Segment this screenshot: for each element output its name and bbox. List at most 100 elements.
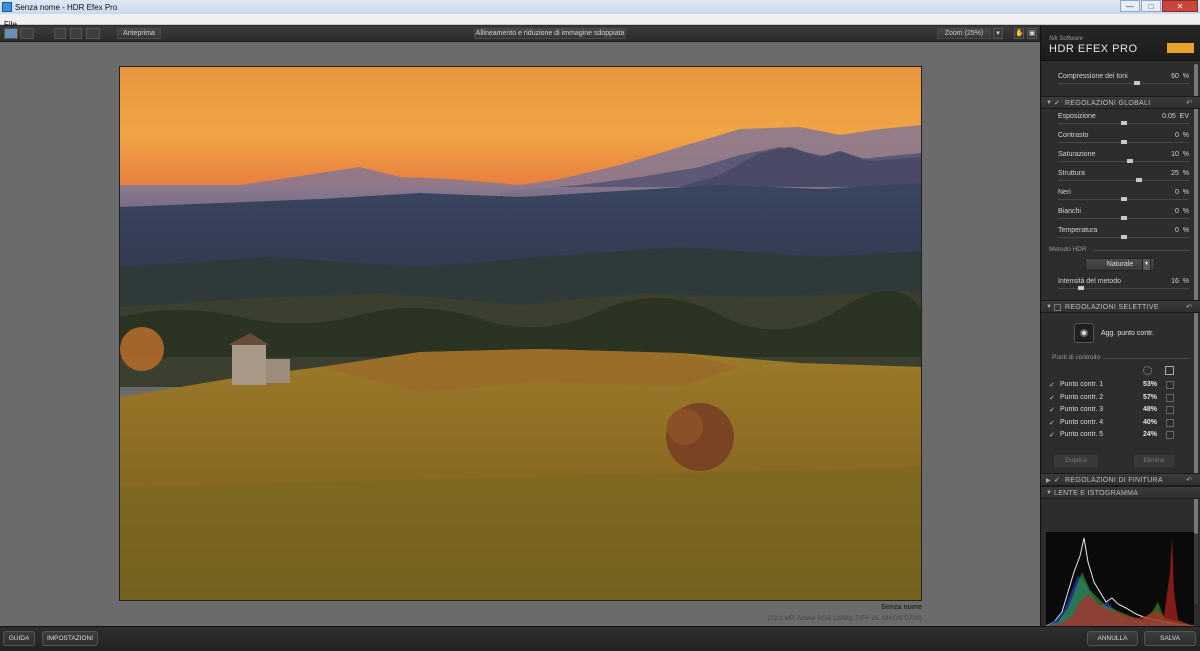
point-check-icon[interactable]: ✓ bbox=[1049, 381, 1055, 389]
slider-label: Bianchi bbox=[1058, 208, 1081, 215]
slider-knob[interactable] bbox=[1121, 140, 1127, 144]
nik-logo bbox=[1167, 43, 1194, 53]
divider bbox=[1093, 250, 1190, 251]
slider-value: 0 % bbox=[1174, 132, 1189, 139]
single-view-button[interactable] bbox=[4, 28, 18, 39]
split-view-button[interactable] bbox=[20, 28, 34, 39]
dropdown-arrow-icon[interactable]: ▾ bbox=[1142, 258, 1151, 271]
slider-knob[interactable] bbox=[1121, 216, 1127, 220]
slider-temperatura[interactable]: Temperatura 0 % bbox=[1041, 223, 1200, 242]
section-global-header[interactable]: ▼ ✓ REGOLAZIONI GLOBALI ↶ bbox=[1041, 96, 1200, 109]
cancel-button[interactable]: ANNULLA bbox=[1087, 631, 1138, 646]
image-canvas: Senza nome (12,1 MP, Adobe RGB (1998), T… bbox=[0, 42, 1040, 626]
collapse-arrow-icon[interactable]: ▼ bbox=[1046, 100, 1052, 106]
select-all-icon[interactable] bbox=[1165, 366, 1174, 375]
slider-knob[interactable] bbox=[1121, 197, 1127, 201]
settings-button[interactable]: IMPOSTAZIONI bbox=[42, 631, 98, 646]
point-checkbox[interactable] bbox=[1166, 406, 1174, 414]
section-check-icon[interactable]: ✓ bbox=[1054, 476, 1060, 484]
window-controls: — □ ✕ bbox=[1119, 0, 1198, 13]
reset-icon[interactable]: ↶ bbox=[1186, 303, 1192, 311]
collapse-arrow-icon[interactable]: ▼ bbox=[1046, 490, 1052, 496]
maximize-button[interactable]: □ bbox=[1141, 0, 1161, 12]
layout-side-by-side-icon[interactable] bbox=[86, 28, 100, 39]
preview-image[interactable] bbox=[119, 66, 922, 601]
slider-saturazione[interactable]: Saturazione 10 % bbox=[1041, 147, 1200, 166]
brand-header: Nik Software HDR EFEX PRO bbox=[1041, 26, 1200, 61]
landscape-photo bbox=[120, 67, 921, 600]
slider-track[interactable] bbox=[1058, 83, 1189, 84]
point-checkbox[interactable] bbox=[1166, 393, 1174, 402]
point-actions: Duplica Elimina bbox=[1041, 453, 1200, 471]
fit-screen-icon[interactable]: ▣ bbox=[1027, 28, 1037, 39]
brand-title: HDR EFEX PRO bbox=[1049, 43, 1138, 55]
slider-method-intensity[interactable]: Intensità del metodo 16 % bbox=[1041, 274, 1200, 293]
collapse-arrow-icon[interactable]: ▼ bbox=[1046, 304, 1052, 310]
slider-knob[interactable] bbox=[1127, 159, 1134, 163]
layout-split-icon[interactable] bbox=[70, 28, 82, 39]
point-name: Punto contr. 4 bbox=[1060, 418, 1104, 426]
slider-value: 0.05 EV bbox=[1162, 113, 1189, 120]
point-checkbox[interactable] bbox=[1166, 431, 1174, 439]
expand-arrow-icon[interactable]: ▶ bbox=[1046, 477, 1051, 484]
point-check-icon[interactable]: ✓ bbox=[1049, 419, 1055, 427]
section-finishing-header[interactable]: ▶ ✓ REGOLAZIONI DI FINITURA ↶ bbox=[1041, 473, 1200, 486]
hdr-method-label: Metodo HDR bbox=[1049, 246, 1087, 253]
zoom-dropdown[interactable]: Zoom (25%) bbox=[937, 28, 991, 39]
add-control-point-label[interactable]: Agg. punto contr. bbox=[1101, 330, 1154, 337]
top-toolbar: Anteprima Allineamento e riduzione di im… bbox=[0, 26, 1040, 42]
slider-label: Struttura bbox=[1058, 170, 1085, 177]
slider-label: Temperatura bbox=[1058, 227, 1098, 234]
section-selective-header[interactable]: ▼ REGOLAZIONI SELETTIVE ↶ bbox=[1041, 300, 1200, 313]
preview-button[interactable]: Anteprima bbox=[117, 28, 161, 39]
point-check-icon[interactable]: ✓ bbox=[1049, 431, 1055, 439]
slider-contrasto[interactable]: Contrasto 0 % bbox=[1041, 128, 1200, 147]
reset-icon[interactable]: ↶ bbox=[1186, 476, 1192, 484]
point-checkbox[interactable] bbox=[1166, 418, 1174, 427]
hand-tool-icon[interactable]: ✋ bbox=[1014, 28, 1024, 39]
help-button[interactable]: GUIDA bbox=[3, 631, 35, 646]
slider-bianchi[interactable]: Bianchi 0 % bbox=[1041, 204, 1200, 223]
show-points-icon[interactable] bbox=[1143, 366, 1152, 375]
section-lens-header[interactable]: ▼ LENTE E ISTOGRAMMA bbox=[1041, 486, 1200, 499]
point-percent: 40% bbox=[1143, 418, 1158, 426]
control-point-row[interactable]: ✓ Punto contr. 4 40% bbox=[1041, 417, 1200, 429]
window-titlebar: Senza nome - HDR Efex Pro — □ ✕ bbox=[0, 0, 1200, 14]
slider-struttura[interactable]: Struttura 25 % bbox=[1041, 166, 1200, 185]
close-button[interactable]: ✕ bbox=[1162, 0, 1198, 12]
slider-knob[interactable] bbox=[1121, 235, 1127, 239]
slider-value: 0 % bbox=[1174, 227, 1189, 234]
menu-bar: File bbox=[0, 14, 1200, 29]
alignment-button[interactable]: Allineamento e riduzione di immagine sdo… bbox=[474, 28, 626, 39]
histogram bbox=[1045, 532, 1195, 626]
slider-knob[interactable] bbox=[1078, 286, 1085, 290]
save-button[interactable]: SALVA bbox=[1144, 631, 1196, 646]
slider-value: 0 % bbox=[1174, 208, 1189, 215]
reset-icon[interactable]: ↶ bbox=[1186, 99, 1192, 107]
section-check-icon[interactable]: ✓ bbox=[1054, 99, 1060, 107]
zoom-arrow-icon[interactable]: ▾ bbox=[993, 28, 1003, 39]
slider-knob[interactable] bbox=[1133, 81, 1140, 85]
slider-knob[interactable] bbox=[1136, 178, 1143, 182]
slider-track[interactable] bbox=[1058, 161, 1189, 162]
point-check-icon[interactable]: ✓ bbox=[1049, 406, 1055, 414]
slider-track[interactable] bbox=[1058, 180, 1189, 181]
control-point-row[interactable]: ✓ Punto contr. 2 57% bbox=[1041, 392, 1200, 404]
layout-single-icon[interactable] bbox=[54, 28, 66, 39]
control-point-row[interactable]: ✓ Punto contr. 5 24% bbox=[1041, 429, 1200, 441]
slider-knob[interactable] bbox=[1121, 121, 1127, 125]
control-point-row[interactable]: ✓ Punto contr. 1 53% bbox=[1041, 379, 1200, 391]
minimize-button[interactable]: — bbox=[1120, 0, 1140, 12]
add-control-point-button[interactable] bbox=[1074, 323, 1094, 343]
slider-neri[interactable]: Neri 0 % bbox=[1041, 185, 1200, 204]
section-checkbox[interactable] bbox=[1054, 304, 1061, 311]
slider-value: 10 % bbox=[1171, 151, 1189, 158]
divider bbox=[1103, 358, 1190, 359]
slider-tone-compression[interactable]: Compressione dei toni 60 % bbox=[1041, 69, 1200, 88]
slider-esposizione[interactable]: Esposizione 0.05 EV bbox=[1041, 109, 1200, 128]
point-checkbox[interactable] bbox=[1166, 381, 1174, 389]
duplicate-button[interactable]: Duplica bbox=[1054, 455, 1098, 467]
point-check-icon[interactable]: ✓ bbox=[1049, 394, 1055, 402]
control-point-row[interactable]: ✓ Punto contr. 3 48% bbox=[1041, 404, 1200, 416]
delete-button[interactable]: Elimina bbox=[1134, 455, 1174, 467]
